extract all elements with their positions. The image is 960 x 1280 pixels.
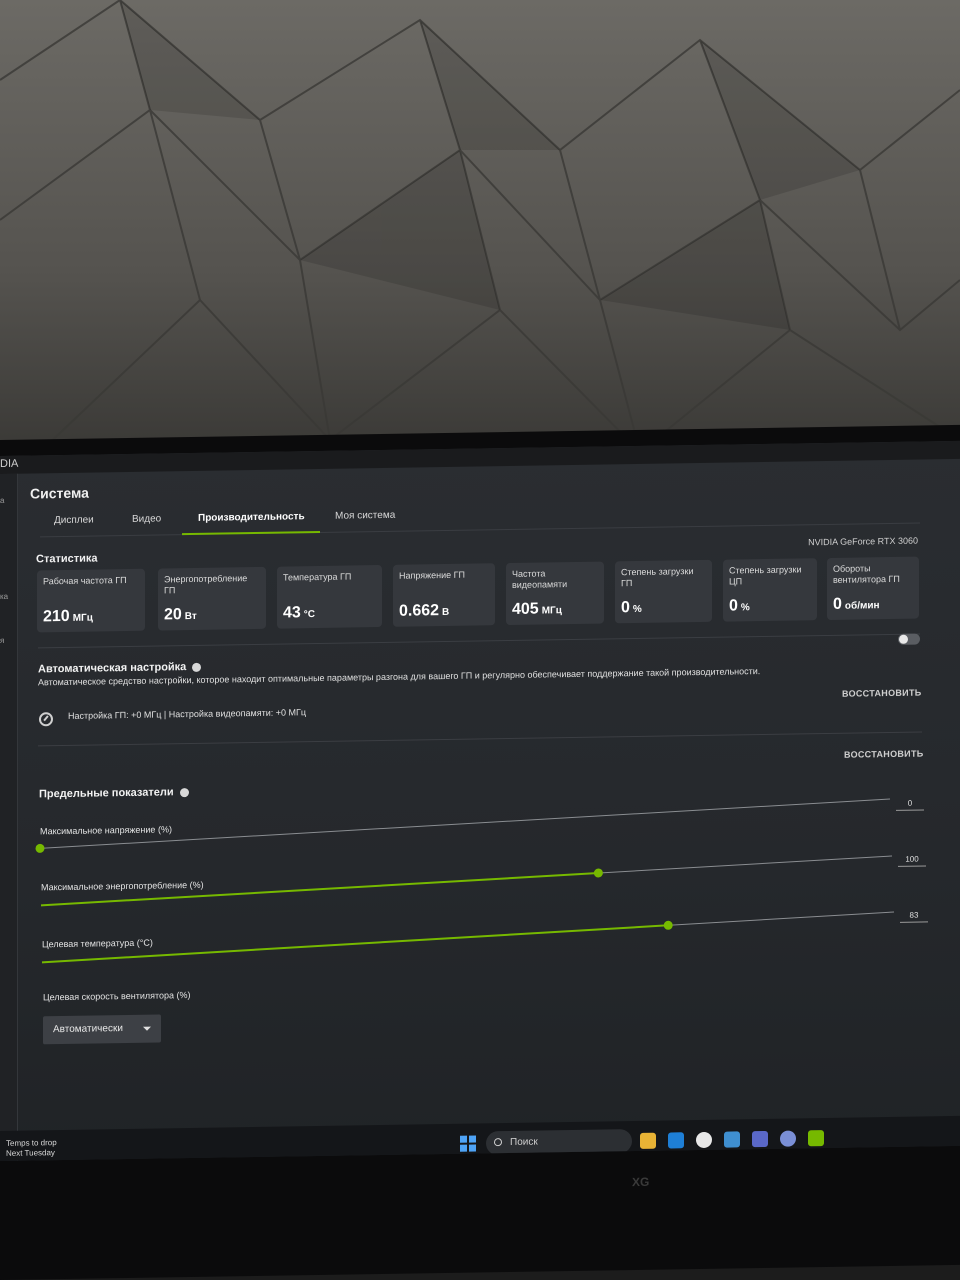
slider-fill — [40, 872, 599, 907]
chevron-down-icon — [143, 1026, 151, 1031]
monitor-logo: XG — [632, 1174, 650, 1190]
fan-speed-dropdown[interactable]: Автоматически — [43, 1014, 161, 1045]
slider-fill — [41, 924, 669, 964]
file-explorer-icon[interactable] — [640, 1132, 656, 1149]
wall-background — [0, 0, 960, 452]
slider-thumb[interactable] — [663, 920, 673, 930]
outlook-icon[interactable] — [668, 1132, 684, 1149]
yandex-browser-icon[interactable] — [696, 1131, 712, 1149]
slider-thumb[interactable] — [593, 868, 603, 878]
teams-icon[interactable] — [752, 1130, 768, 1148]
slider-tracks — [35, 798, 895, 964]
app-icon[interactable] — [724, 1131, 740, 1148]
search-icon — [494, 1138, 502, 1147]
dropdown-value: Автоматически — [53, 1023, 123, 1036]
nvidia-app-icon[interactable] — [808, 1130, 824, 1147]
app-window: DIA a ка я Система Дисплеи Видео Произво… — [0, 440, 960, 1161]
wall-pattern — [0, 0, 960, 452]
messenger-icon[interactable] — [780, 1130, 796, 1147]
windows-start-icon[interactable] — [460, 1135, 476, 1152]
weather-widget[interactable]: Temps to drop Next Tuesday — [6, 1138, 57, 1159]
slider-track[interactable] — [39, 798, 891, 849]
slider-thumb[interactable] — [35, 843, 45, 853]
taskbar-search[interactable]: Поиск — [486, 1129, 632, 1156]
monitor: DIA a ка я Система Дисплеи Видео Произво… — [0, 424, 960, 1280]
